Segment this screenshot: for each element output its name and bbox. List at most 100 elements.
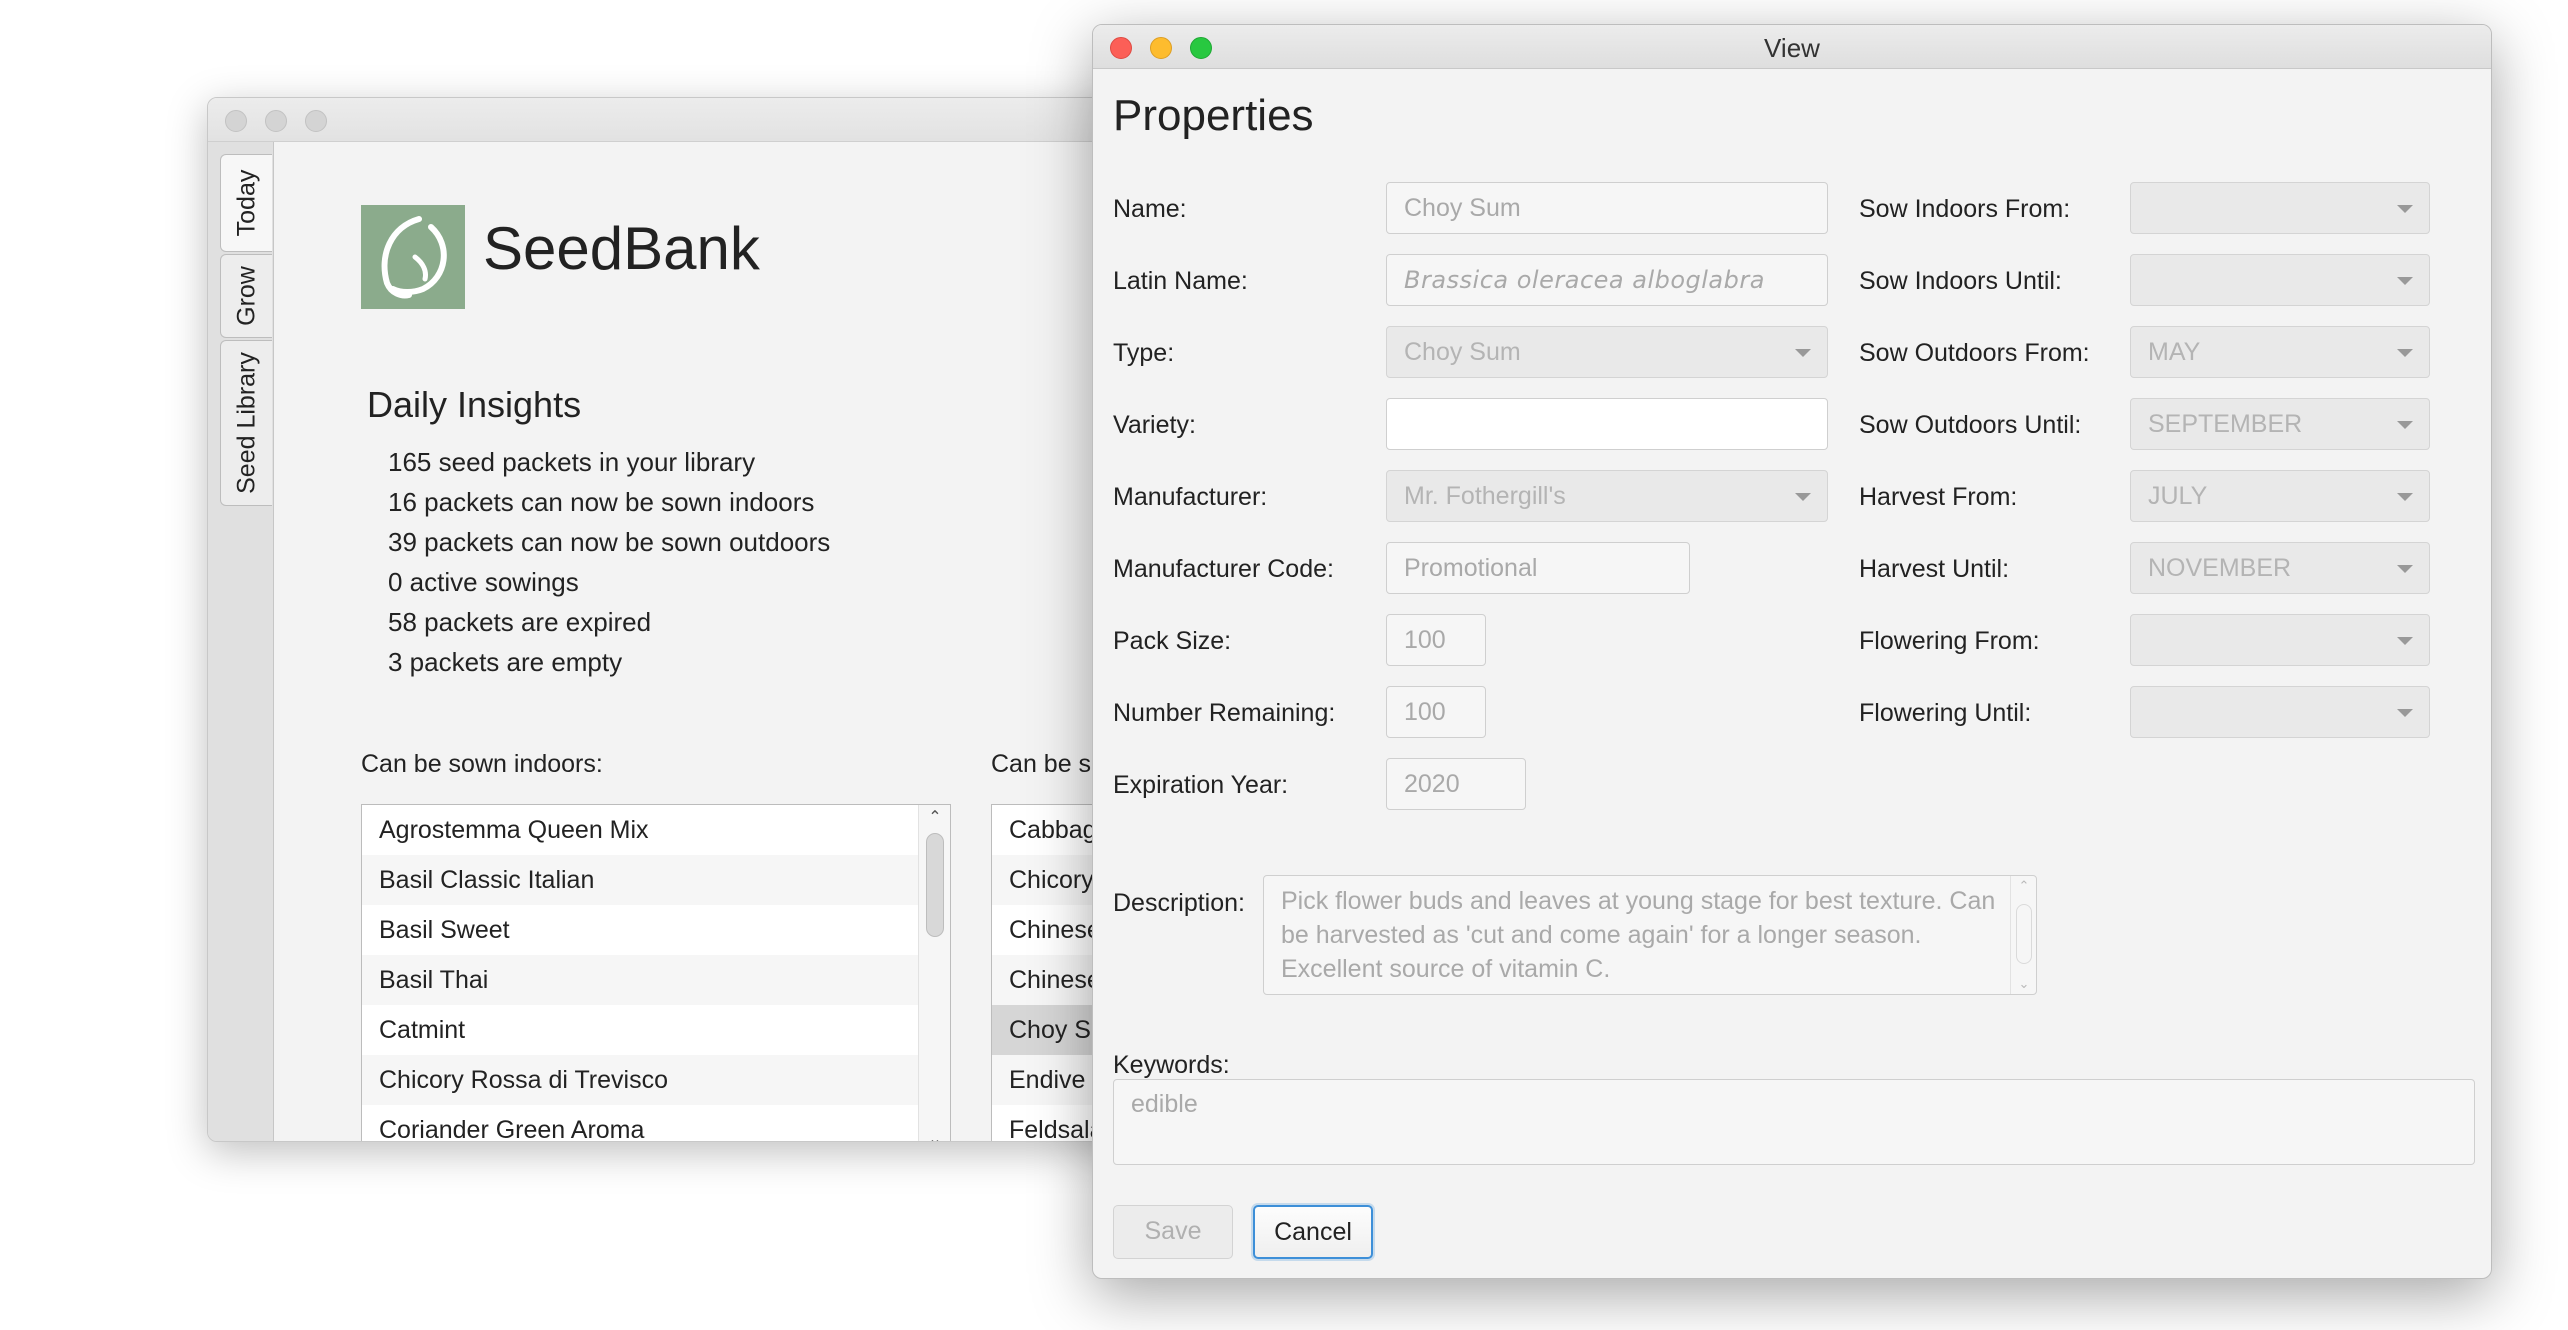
keywords-textarea[interactable]: edible [1113,1079,2475,1165]
chevron-down-icon [2397,637,2413,645]
tab-today-label: Today [232,169,260,237]
daily-insights-list: 165 seed packets in your library 16 pack… [388,442,830,682]
insight-item: 58 packets are expired [388,607,652,637]
name-label: Name: [1113,195,1187,223]
list-item[interactable]: Coriander Green Aroma [362,1105,918,1141]
manufacturer-select[interactable]: Mr. Fothergill's [1386,470,1828,522]
desktop: Today Grow Seed Library SeedBank Daily I… [0,0,2568,1330]
indoor-list-scrollbar[interactable]: ⌃ ⌄ [918,805,950,1141]
harvest-until-select[interactable]: NOVEMBER [2130,542,2430,594]
chevron-down-icon [2397,205,2413,213]
chevron-down-icon [2397,709,2413,717]
properties-dialog: View Properties Name: Choy Sum Latin Nam… [1092,24,2492,1279]
flowering-from-label: Flowering From: [1859,627,2040,655]
harvest-until-value: NOVEMBER [2148,554,2292,582]
chevron-up-icon[interactable]: ⌃ [2011,878,2037,894]
latin-name-field[interactable]: Brassica oleracea alboglabra [1386,254,1828,306]
description-label: Description: [1113,889,1245,917]
list-item[interactable]: Basil Classic Italian [362,855,918,905]
manufacturer-select-value: Mr. Fothergill's [1404,482,1566,510]
zoom-window-icon[interactable] [305,110,327,132]
pack-size-label: Pack Size: [1113,627,1232,655]
tab-seed-library-label: Seed Library [232,352,260,494]
keywords-text: edible [1131,1090,1198,1118]
sow-indoors-until-label: Sow Indoors Until: [1859,267,2062,295]
tab-grow-label: Grow [232,266,260,326]
list-item[interactable]: Basil Sweet [362,905,918,955]
latin-name-label: Latin Name: [1113,267,1248,295]
chevron-down-icon [2397,421,2413,429]
seedbank-logo-icon [361,205,465,309]
sow-outdoors-from-select[interactable]: MAY [2130,326,2430,378]
chevron-down-icon [2397,349,2413,357]
chevron-down-icon [2397,277,2413,285]
insight-item: 16 packets can now be sown indoors [388,487,815,517]
number-remaining-field[interactable]: 100 [1386,686,1486,738]
dialog-titlebar[interactable]: View [1093,25,2491,69]
indoor-sowing-list[interactable]: Agrostemma Queen Mix Basil Classic Itali… [361,804,951,1141]
scrollbar-thumb[interactable] [926,833,944,937]
harvest-from-select[interactable]: JULY [2130,470,2430,522]
sow-indoors-from-label: Sow Indoors From: [1859,195,2071,223]
harvest-from-value: JULY [2148,482,2208,510]
list-item[interactable]: Catmint [362,1005,918,1055]
minimize-window-icon[interactable] [265,110,287,132]
chevron-up-icon[interactable]: ⌃ [919,805,950,831]
chevron-down-icon[interactable]: ⌄ [2011,976,2037,992]
app-title: SeedBank [483,215,760,282]
list-item[interactable]: Agrostemma Queen Mix [362,805,918,855]
list-item[interactable]: Basil Thai [362,955,918,1005]
harvest-until-label: Harvest Until: [1859,555,2010,583]
dialog-window-title: View [1764,33,1820,63]
pack-size-field[interactable]: 100 [1386,614,1486,666]
chevron-down-icon [2397,565,2413,573]
number-remaining-label: Number Remaining: [1113,699,1336,727]
insight-item: 3 packets are empty [388,647,623,677]
insight-item: 165 seed packets in your library [388,447,756,477]
description-scrollbar[interactable]: ⌃ ⌄ [2010,876,2036,994]
type-select[interactable]: Choy Sum [1386,326,1828,378]
manufacturer-label: Manufacturer: [1113,483,1268,511]
list-item[interactable]: Chicory Rossa di Trevisco [362,1055,918,1105]
flowering-until-label: Flowering Until: [1859,699,2032,727]
flowering-from-select[interactable] [2130,614,2430,666]
scrollbar-thumb[interactable] [2016,904,2032,964]
sow-outdoors-until-label: Sow Outdoors Until: [1859,411,2082,439]
expiration-year-field[interactable]: 2020 [1386,758,1526,810]
tab-grow[interactable]: Grow [220,254,272,338]
variety-field[interactable] [1386,398,1828,450]
chevron-down-icon [1795,493,1811,501]
chevron-down-icon [2397,493,2413,501]
insight-item: 39 packets can now be sown outdoors [388,527,831,557]
variety-label: Variety: [1113,411,1196,439]
manufacturer-code-label: Manufacturer Code: [1113,555,1334,583]
daily-insights-title: Daily Insights [367,384,582,425]
chevron-down-icon [1795,349,1811,357]
keywords-label: Keywords: [1113,1051,1230,1079]
sow-outdoors-from-value: MAY [2148,338,2201,366]
save-button[interactable]: Save [1113,1205,1233,1259]
flowering-until-select[interactable] [2130,686,2430,738]
cancel-button[interactable]: Cancel [1253,1205,1373,1259]
harvest-from-label: Harvest From: [1859,483,2018,511]
description-textarea[interactable]: Pick flower buds and leaves at young sta… [1263,875,2037,995]
sow-outdoors-until-value: SEPTEMBER [2148,410,2303,438]
name-field[interactable]: Choy Sum [1386,182,1828,234]
tab-seed-library[interactable]: Seed Library [220,340,272,506]
sow-outdoors-until-select[interactable]: SEPTEMBER [2130,398,2430,450]
insight-item: 0 active sowings [388,567,579,597]
sow-indoors-until-select[interactable] [2130,254,2430,306]
manufacturer-code-field[interactable]: Promotional [1386,542,1690,594]
properties-heading: Properties [1113,91,1314,140]
expiration-year-label: Expiration Year: [1113,771,1289,799]
side-tab-bar: Today Grow Seed Library [208,142,274,1141]
tab-today[interactable]: Today [220,154,272,252]
type-label: Type: [1113,339,1175,367]
description-text: Pick flower buds and leaves at young sta… [1281,887,1996,983]
sow-indoors-from-select[interactable] [2130,182,2430,234]
indoor-list-label: Can be sown indoors: [361,750,603,778]
chevron-down-icon[interactable]: ⌄ [919,1127,950,1141]
close-window-icon[interactable] [225,110,247,132]
type-select-value: Choy Sum [1404,338,1521,366]
sow-outdoors-from-label: Sow Outdoors From: [1859,339,2090,367]
